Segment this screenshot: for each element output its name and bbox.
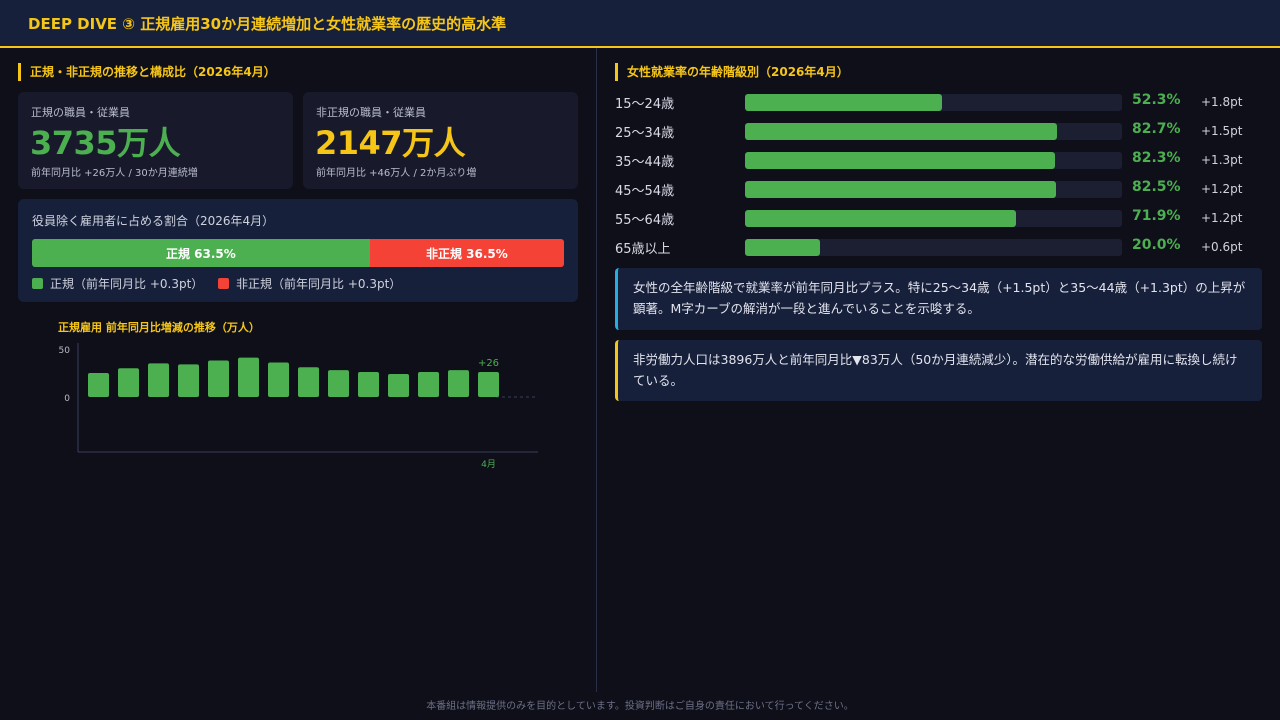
- regular-employment-card: 正規の職員・従業員 3735万人 前年同月比 +26万人 / 30か月連続増: [18, 92, 293, 189]
- chart-bar: [178, 364, 199, 397]
- age-rate-change: +0.6pt: [1201, 240, 1243, 254]
- age-bar-fill: [745, 239, 821, 256]
- ratio-panel: 役員除く雇用者に占める割合（2026年4月） 正規 63.5% 非正規 36.5…: [18, 199, 578, 302]
- page-title: DEEP DIVE ③ 正規雇用30か月連続増加と女性就業率の歴史的高水準: [28, 15, 507, 33]
- age-rate-change: +1.2pt: [1201, 211, 1243, 225]
- ratio-bar: 正規 63.5% 非正規 36.5%: [32, 239, 564, 267]
- chart-bar: [358, 372, 379, 397]
- header: DEEP DIVE ③ 正規雇用30か月連続増加と女性就業率の歴史的高水準: [0, 0, 1280, 48]
- ratio-segment-nonregular: 非正規 36.5%: [369, 239, 564, 267]
- nonregular-value: 2147万人: [315, 124, 466, 162]
- bar-value-label: +26: [478, 358, 499, 369]
- age-rate-value: 71.9%: [1132, 208, 1181, 224]
- age-row: 45〜54歳 82.5% +1.2pt: [615, 178, 1255, 200]
- chart-bar: [328, 370, 349, 397]
- regular-value: 3735万人: [30, 124, 181, 162]
- ratio-segment-regular: 正規 63.5%: [32, 239, 370, 267]
- age-rate-value: 82.5%: [1132, 179, 1181, 195]
- age-bar-track: [745, 239, 1122, 256]
- age-row: 55〜64歳 71.9% +1.2pt: [615, 207, 1255, 229]
- chart-bar: [478, 372, 499, 397]
- nonregular-employment-card: 非正規の職員・従業員 2147万人 前年同月比 +46万人 / 2か月ぶり増: [303, 92, 578, 189]
- chart-bar: [208, 360, 229, 397]
- age-bar-fill: [745, 94, 943, 111]
- note-m-curve: 女性の全年齢階級で就業率が前年同月比プラス。特に25〜34歳（+1.5pt）と3…: [615, 268, 1262, 330]
- age-bar-track: [745, 210, 1122, 227]
- regular-sub: 前年同月比 +26万人 / 30か月連続増: [31, 168, 198, 179]
- legend-swatch-nonregular: [218, 278, 229, 289]
- age-label: 25〜34歳: [615, 126, 675, 141]
- chart-bar: [238, 357, 259, 397]
- age-label: 65歳以上: [615, 242, 671, 257]
- column-divider: [596, 48, 597, 692]
- chart-bar: [88, 373, 109, 397]
- chart-bar: [388, 373, 409, 397]
- legend-nonregular: 非正規（前年同月比 +0.3pt）: [218, 275, 401, 292]
- chart-bar: [118, 368, 139, 397]
- left-section-title: 正規・非正規の推移と構成比（2026年4月）: [18, 63, 276, 81]
- age-rate-value: 82.3%: [1132, 150, 1181, 166]
- age-bar-track: [745, 181, 1122, 198]
- age-row: 35〜44歳 82.3% +1.3pt: [615, 149, 1255, 171]
- ratio-title: 役員除く雇用者に占める割合（2026年4月）: [32, 214, 275, 228]
- legend-swatch-regular: [32, 278, 43, 289]
- age-label: 45〜54歳: [615, 184, 675, 199]
- chart-title: 正規雇用 前年同月比増減の推移（万人）: [58, 321, 260, 334]
- age-bar-track: [745, 123, 1122, 140]
- age-bar-track: [745, 152, 1122, 169]
- yoy-bar-chart: 0 50 +26 4月: [59, 343, 538, 470]
- chart-bar: [148, 363, 169, 397]
- age-rate-change: +1.2pt: [1201, 182, 1243, 196]
- age-rate-value: 82.7%: [1132, 121, 1181, 137]
- age-label: 15〜24歳: [615, 97, 675, 112]
- age-rate-change: +1.3pt: [1201, 153, 1243, 167]
- age-bar-fill: [745, 210, 1017, 227]
- nonregular-sub: 前年同月比 +46万人 / 2か月ぶり増: [316, 168, 477, 179]
- chart-bar: [268, 362, 289, 397]
- age-rate-value: 52.3%: [1132, 92, 1181, 108]
- note-labor-force: 非労働力人口は3896万人と前年同月比▼83万人（50か月連続減少）。潜在的な労…: [615, 340, 1262, 401]
- age-bar-fill: [745, 152, 1056, 169]
- chart-bar: [298, 367, 319, 397]
- age-label: 35〜44歳: [615, 155, 675, 170]
- legend-label-regular: 正規（前年同月比 +0.3pt）: [50, 277, 204, 291]
- age-row: 65歳以上 20.0% +0.6pt: [615, 236, 1255, 258]
- age-bar-fill: [745, 181, 1057, 198]
- chart-bar: [418, 372, 439, 397]
- legend-label-nonregular: 非正規（前年同月比 +0.3pt）: [236, 277, 402, 291]
- age-row: 15〜24歳 52.3% +1.8pt: [615, 91, 1255, 113]
- chart-bar: [448, 370, 469, 397]
- y-tick-label: 0: [64, 394, 70, 404]
- y-tick-label: 50: [59, 346, 71, 356]
- age-rate-change: +1.8pt: [1201, 95, 1243, 109]
- age-rate-change: +1.5pt: [1201, 124, 1243, 138]
- age-row: 25〜34歳 82.7% +1.5pt: [615, 120, 1255, 142]
- legend-regular: 正規（前年同月比 +0.3pt）: [32, 275, 203, 292]
- age-bar-track: [745, 94, 1122, 111]
- disclaimer: 本番組は情報提供のみを目的としています。投資判断はご自身の責任において行ってくだ…: [426, 701, 854, 712]
- age-rate-value: 20.0%: [1132, 237, 1181, 253]
- age-label: 55〜64歳: [615, 213, 675, 228]
- age-bar-fill: [745, 123, 1057, 140]
- x-tick-label: 4月: [481, 459, 496, 470]
- right-section-title: 女性就業率の年齢階級別（2026年4月）: [615, 63, 849, 81]
